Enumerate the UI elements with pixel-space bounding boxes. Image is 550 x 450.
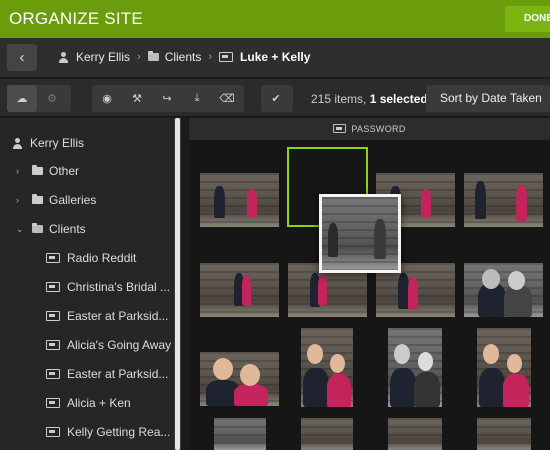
tree-child-label: Easter at Parksid... xyxy=(67,309,169,323)
photo-thumbnail[interactable] xyxy=(301,418,353,450)
edit-icon: ⚒ xyxy=(132,93,142,105)
chevron-right-icon: › xyxy=(137,51,141,63)
tree-root-label: Kerry Ellis xyxy=(30,136,85,150)
tree-child-item[interactable]: Kelly Getting Rea... xyxy=(46,421,172,443)
toolbar-group-primary: ☁ ⚙ xyxy=(7,85,71,112)
tree-child-item[interactable]: Alicia + Ken xyxy=(46,392,172,414)
tree-child-label: Alicia + Ken xyxy=(67,396,131,410)
tree-child-label: Kelly Getting Rea... xyxy=(67,425,171,439)
folder-icon xyxy=(32,194,43,204)
select-all-button[interactable]: ✔ xyxy=(261,85,291,112)
download-button[interactable]: ⤓ xyxy=(182,85,212,112)
breadcrumb: Kerry Ellis › Clients › Luke + Kelly xyxy=(58,50,310,64)
header-bar: ORGANIZE SITE DONE xyxy=(0,0,550,38)
organize-site-window: ORGANIZE SITE DONE ‹ Kerry Ellis › Clien… xyxy=(0,0,550,450)
check-icon: ✔ xyxy=(271,93,281,105)
tree-child-label: Easter at Parksid... xyxy=(67,367,169,381)
tree-root-kerry-ellis[interactable]: Kerry Ellis xyxy=(12,132,84,154)
breadcrumb-item-kerry-ellis[interactable]: Kerry Ellis xyxy=(76,50,130,64)
breadcrumb-bar: ‹ Kerry Ellis › Clients › Luke + Kelly xyxy=(0,38,550,78)
gallery-icon xyxy=(46,427,60,437)
gallery-icon xyxy=(46,282,60,292)
chevron-right-icon: › xyxy=(208,51,213,63)
upload-icon: ☁ xyxy=(16,93,28,105)
delete-icon: ⌫ xyxy=(219,93,235,105)
tree-child-item[interactable]: Easter at Parksid... xyxy=(46,363,172,385)
tree-child-item[interactable]: Alicia's Going Away xyxy=(46,334,172,356)
tree-child-item[interactable]: Christina's Bridal ... xyxy=(46,276,172,298)
photo-thumbnail[interactable] xyxy=(200,263,279,317)
sidebar: Kerry Ellis › Other › Galleries ⌄ Client… xyxy=(0,118,181,450)
password-header: PASSWORD xyxy=(189,118,550,140)
folder-open-icon xyxy=(147,51,159,61)
tree-child-item[interactable]: Radio Reddit xyxy=(46,247,172,269)
toolbar-group-actions: ◉ ⚒ ↪ ⤓ ⌫ xyxy=(92,85,244,112)
chevron-right-icon: › xyxy=(16,195,19,205)
person-icon xyxy=(12,137,23,149)
photo-thumbnail[interactable] xyxy=(464,173,543,227)
photo-thumbnail[interactable] xyxy=(200,173,279,227)
folder-icon xyxy=(32,165,43,175)
tree-item-clients[interactable]: ⌄ Clients xyxy=(16,218,86,240)
photo-thumbnail[interactable] xyxy=(388,328,442,407)
gallery-icon xyxy=(333,124,347,133)
photo-thumbnail[interactable] xyxy=(301,328,353,407)
tree-child-label: Alicia's Going Away xyxy=(67,338,172,352)
gallery-icon xyxy=(46,253,60,263)
delete-button[interactable]: ⌫ xyxy=(212,85,242,112)
item-count-selected: 1 selected xyxy=(369,92,428,106)
tree-child-item[interactable]: Easter at Parksid... xyxy=(46,305,172,327)
gallery-icon xyxy=(46,311,60,321)
breadcrumb-item-clients[interactable]: Clients xyxy=(165,50,202,64)
gallery-icon xyxy=(46,398,60,408)
tree-child-label: Christina's Bridal ... xyxy=(67,280,170,294)
tree-item-label: Other xyxy=(49,164,80,178)
chevron-right-icon: › xyxy=(16,166,19,176)
tree-item-other[interactable]: › Other xyxy=(16,160,79,182)
gallery-icon xyxy=(46,369,60,379)
photo-thumbnail[interactable] xyxy=(388,418,442,450)
photo-thumbnail[interactable] xyxy=(464,263,543,317)
download-icon: ⤓ xyxy=(194,92,200,104)
item-count-total: 215 items, xyxy=(311,92,367,106)
edit-button[interactable]: ⚒ xyxy=(122,85,152,112)
photo-thumbnail[interactable] xyxy=(477,418,531,450)
tree-item-galleries[interactable]: › Galleries xyxy=(16,189,96,211)
tree-item-label: Galleries xyxy=(49,193,97,207)
back-button[interactable]: ‹ xyxy=(7,44,37,71)
share-icon: ↪ xyxy=(162,93,172,105)
sidebar-scrollbar-thumb[interactable] xyxy=(175,118,180,450)
breadcrumb-item-luke-kelly: Luke + Kelly xyxy=(240,50,311,64)
gallery-icon xyxy=(46,340,60,350)
page-title: ORGANIZE SITE xyxy=(9,9,143,28)
upload-button[interactable]: ☁ xyxy=(7,85,37,112)
gallery-icon xyxy=(219,52,234,62)
dragged-photo[interactable] xyxy=(319,194,401,273)
settings-icon: ⚙ xyxy=(47,93,57,105)
settings-button[interactable]: ⚙ xyxy=(37,85,67,112)
chevron-down-icon: ⌄ xyxy=(16,223,24,234)
photo-thumbnail[interactable] xyxy=(214,418,266,450)
view-icon: ◉ xyxy=(102,93,112,105)
password-label: PASSWORD xyxy=(351,124,406,134)
panel-divider[interactable] xyxy=(181,118,189,450)
share-button[interactable]: ↪ xyxy=(152,85,182,112)
photo-thumbnail[interactable] xyxy=(200,352,279,406)
tree-child-label: Radio Reddit xyxy=(67,251,137,265)
photo-thumbnail[interactable] xyxy=(477,328,531,407)
done-button[interactable]: DONE xyxy=(505,6,550,32)
chevron-left-icon: ‹ xyxy=(19,49,25,66)
view-button[interactable]: ◉ xyxy=(92,85,122,112)
item-count: 215 items, 1 selected xyxy=(311,92,428,106)
toolbar-group-select: ✔ xyxy=(261,85,293,112)
person-icon xyxy=(58,51,69,63)
tree-item-label: Clients xyxy=(49,222,86,236)
folder-open-icon xyxy=(32,223,43,233)
sort-button[interactable]: Sort by Date Taken xyxy=(426,85,550,112)
